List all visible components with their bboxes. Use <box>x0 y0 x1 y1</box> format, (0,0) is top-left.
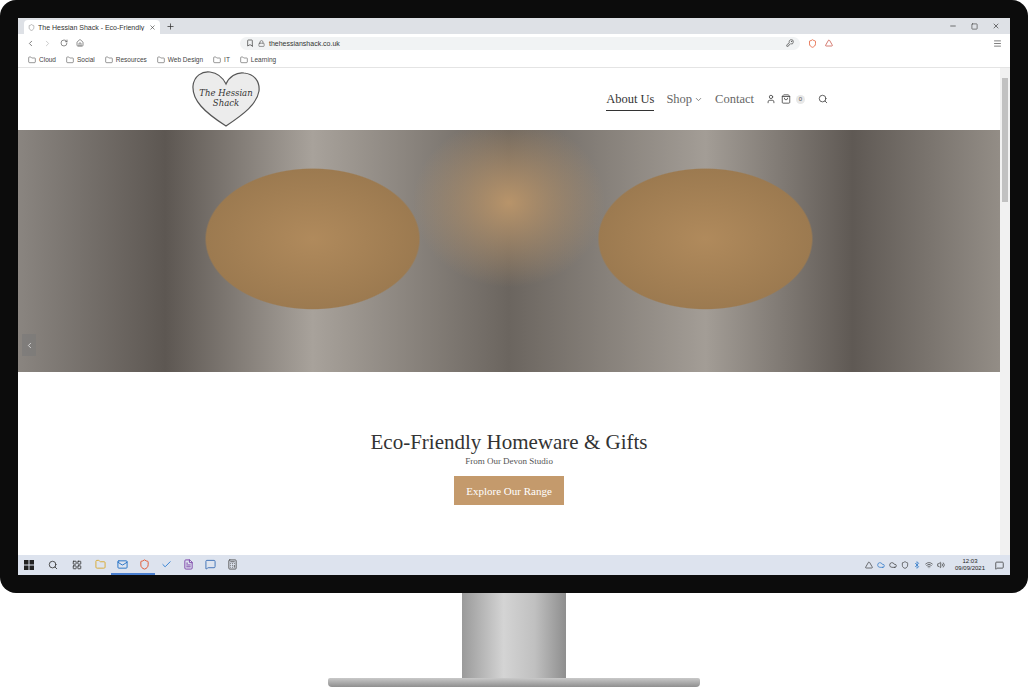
browser-tab-bar: The Hessian Shack - Eco-Friendly <box>18 18 1010 34</box>
folder-icon <box>28 56 36 64</box>
scrollbar-thumb[interactable] <box>1002 78 1008 202</box>
security-icon[interactable] <box>901 561 909 569</box>
system-tray: 12:0309/09/2021 <box>865 558 1004 572</box>
drive-icon[interactable] <box>865 561 873 569</box>
taskbar-app[interactable] <box>221 555 243 575</box>
close-window-icon[interactable] <box>992 22 1000 30</box>
explore-button[interactable]: Explore Our Range <box>454 476 564 505</box>
hero-subheading: From Our Devon Studio <box>465 456 553 466</box>
wifi-icon[interactable] <box>925 561 933 569</box>
chevron-left-icon <box>25 341 34 350</box>
clock[interactable]: 12:0309/09/2021 <box>955 558 985 572</box>
brave-browser-icon <box>139 559 150 570</box>
taskbar-app[interactable] <box>89 555 111 575</box>
taskbar: 12:0309/09/2021 <box>18 555 1010 575</box>
bookmark-folder[interactable]: Web Design <box>157 56 203 64</box>
nav-item[interactable]: Shop <box>666 88 703 111</box>
taskbar-app[interactable] <box>177 555 199 575</box>
bookmark-icon[interactable] <box>246 39 254 47</box>
folder-icon <box>157 56 165 64</box>
slider-prev[interactable] <box>22 334 36 356</box>
site-nav: About Us Shop Contact 0 <box>606 87 828 111</box>
minimize-icon[interactable] <box>949 22 957 30</box>
header-icons: 0 <box>766 94 828 104</box>
site-header: The Hessian Shack About Us Shop Contact 0 <box>18 68 1000 130</box>
nav-item[interactable]: Contact <box>715 88 754 111</box>
folder-icon <box>66 56 74 64</box>
onenote-icon <box>183 559 194 570</box>
site-logo[interactable]: The Hessian Shack <box>190 70 262 128</box>
task-view-icon[interactable] <box>72 560 82 570</box>
home-icon[interactable] <box>76 39 84 47</box>
taskbar-app[interactable] <box>111 555 133 575</box>
bookmark-folder[interactable]: Cloud <box>28 56 56 64</box>
taskbar-app[interactable] <box>133 555 155 575</box>
monitor-stand-base <box>328 678 700 687</box>
page-area: The Hessian Shack About Us Shop Contact 0 Eco… <box>18 68 1010 555</box>
folder-icon <box>240 56 248 64</box>
url-text: thehessianshack.co.uk <box>269 40 340 47</box>
nav-item[interactable]: About Us <box>606 88 654 111</box>
taskbar-app[interactable] <box>199 555 221 575</box>
brave-shield-icon[interactable] <box>808 39 817 48</box>
taskbar-search-icon[interactable] <box>48 560 58 570</box>
bookmark-folder[interactable]: Social <box>66 56 95 64</box>
hero-heading: Eco-Friendly Homeware & Gifts <box>370 430 647 455</box>
mail-icon <box>117 559 128 570</box>
file-explorer-icon <box>95 559 106 570</box>
reload-icon[interactable] <box>60 39 68 47</box>
browser-tab[interactable]: The Hessian Shack - Eco-Friendly <box>24 20 160 34</box>
cloud-icon[interactable] <box>889 561 897 569</box>
folder-icon <box>105 56 113 64</box>
taskbar-app[interactable] <box>155 555 177 575</box>
bookmark-folder[interactable]: IT <box>213 56 230 64</box>
bookmark-folder[interactable]: Resources <box>105 56 147 64</box>
windows-logo-icon[interactable] <box>24 560 34 570</box>
monitor-screen: The Hessian Shack - Eco-Friendly thehessi… <box>18 18 1010 575</box>
close-tab-icon[interactable] <box>149 24 156 31</box>
search-icon[interactable] <box>818 94 828 104</box>
new-tab-icon[interactable] <box>166 22 175 31</box>
tab-title: The Hessian Shack - Eco-Friendly <box>38 24 146 31</box>
forward-icon[interactable] <box>43 39 52 48</box>
back-icon[interactable] <box>26 39 35 48</box>
chevron-down-icon <box>694 95 703 104</box>
address-row: thehessianshack.co.uk <box>18 34 1010 52</box>
intro-section: Eco-Friendly Homeware & GiftsFrom Our De… <box>18 372 1000 555</box>
menu-icon[interactable] <box>993 39 1002 48</box>
clock-date: 09/09/2021 <box>955 565 985 572</box>
volume-icon[interactable] <box>937 561 945 569</box>
window-controls <box>949 18 1010 34</box>
cart-count: 0 <box>796 95 805 104</box>
rewards-icon[interactable] <box>825 39 833 47</box>
maximize-icon[interactable] <box>971 23 978 30</box>
onedrive-icon[interactable] <box>877 561 885 569</box>
monitor-bezel: The Hessian Shack - Eco-Friendly thehessi… <box>0 0 1028 593</box>
cart-icon[interactable] <box>781 94 791 104</box>
bookmark-folder[interactable]: Learning <box>240 56 276 64</box>
calculator-icon <box>227 559 238 570</box>
bluetooth-icon[interactable] <box>913 561 921 569</box>
monitor-stand-neck <box>462 593 566 678</box>
todo-icon <box>161 559 172 570</box>
desktop-mockup: The Hessian Shack - Eco-Friendly thehessi… <box>0 0 1028 687</box>
web-page: The Hessian Shack About Us Shop Contact 0 Eco… <box>18 68 1000 555</box>
site-favicon-icon <box>28 24 35 31</box>
lock-icon <box>258 40 265 47</box>
bookmarks-bar: Cloud Social Resources Web Design IT Learning <box>18 52 1010 68</box>
notifications-icon[interactable] <box>995 561 1004 570</box>
app-icon <box>205 559 216 570</box>
hero-image <box>18 130 1000 372</box>
scrollbar[interactable] <box>1000 68 1010 555</box>
folder-icon <box>213 56 221 64</box>
logo-text: The Hessian Shack <box>198 89 254 109</box>
address-bar[interactable]: thehessianshack.co.uk <box>240 37 800 50</box>
key-icon[interactable] <box>786 39 794 47</box>
clock-time: 12:03 <box>962 558 977 565</box>
account-icon[interactable] <box>766 94 776 104</box>
